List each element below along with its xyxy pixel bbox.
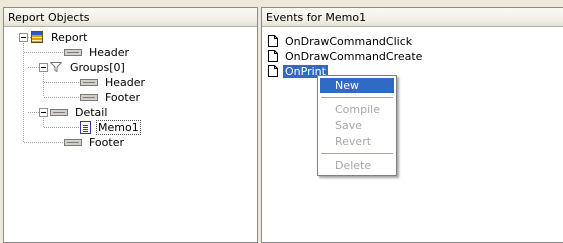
detail-collapse-toggle[interactable] bbox=[39, 108, 48, 117]
memo-icon bbox=[80, 120, 91, 134]
context-menu: New Compile Save Revert Delete bbox=[317, 75, 397, 176]
menu-separator bbox=[321, 153, 393, 154]
band-icon bbox=[80, 93, 98, 101]
tree-node-group-footer[interactable]: Footer bbox=[80, 90, 142, 104]
menu-item-compile[interactable]: Compile bbox=[320, 102, 394, 117]
event-item[interactable]: OnDrawCommandClick bbox=[268, 34, 414, 48]
menu-separator bbox=[321, 97, 393, 98]
tree-node-memo[interactable]: Memo1 bbox=[80, 119, 141, 135]
events-header: Events for Memo1 bbox=[262, 8, 563, 27]
funnel-icon bbox=[50, 62, 62, 72]
tree-node-footer[interactable]: Footer bbox=[64, 135, 126, 149]
tree-node-report[interactable]: Report bbox=[31, 30, 89, 44]
event-label: OnDrawCommandClick bbox=[285, 34, 413, 48]
document-icon bbox=[268, 50, 278, 62]
tree-node-group-header[interactable]: Header bbox=[80, 75, 147, 89]
tree-node-footer-label: Footer bbox=[89, 135, 124, 149]
tree-node-detail[interactable]: Detail bbox=[50, 105, 109, 119]
band-icon bbox=[64, 48, 82, 56]
band-icon bbox=[50, 108, 68, 116]
event-item[interactable]: OnDrawCommandCreate bbox=[268, 49, 424, 63]
document-icon bbox=[268, 35, 278, 47]
tree-node-memo-label: Memo1 bbox=[96, 119, 141, 135]
tree-node-group-footer-label: Footer bbox=[105, 90, 140, 104]
menu-item-delete[interactable]: Delete bbox=[320, 158, 394, 173]
menu-item-revert[interactable]: Revert bbox=[320, 134, 394, 149]
band-icon bbox=[80, 78, 98, 86]
report-objects-window: Report Objects Report Header Groups[0] H… bbox=[0, 0, 563, 243]
groups-collapse-toggle[interactable] bbox=[39, 63, 48, 72]
report-collapse-toggle[interactable] bbox=[19, 33, 28, 42]
menu-item-new[interactable]: New bbox=[320, 78, 394, 93]
document-icon bbox=[268, 65, 278, 77]
tree-node-group-header-label: Header bbox=[105, 75, 146, 89]
tree-node-groups[interactable]: Groups[0] bbox=[50, 60, 127, 74]
menu-item-save[interactable]: Save bbox=[320, 118, 394, 133]
tree-node-report-label: Report bbox=[51, 30, 88, 44]
report-objects-panel: Report Objects Report Header Groups[0] H… bbox=[3, 7, 258, 243]
events-panel: Events for Memo1 OnDrawCommandClick OnDr… bbox=[261, 7, 563, 243]
event-label: OnDrawCommandCreate bbox=[285, 49, 423, 63]
tree-node-header[interactable]: Header bbox=[64, 45, 131, 59]
band-icon bbox=[64, 138, 82, 146]
tree-node-header-label: Header bbox=[89, 45, 130, 59]
tree-node-groups-label: Groups[0] bbox=[70, 60, 125, 74]
tree-node-detail-label: Detail bbox=[75, 105, 108, 119]
report-icon bbox=[31, 31, 43, 43]
